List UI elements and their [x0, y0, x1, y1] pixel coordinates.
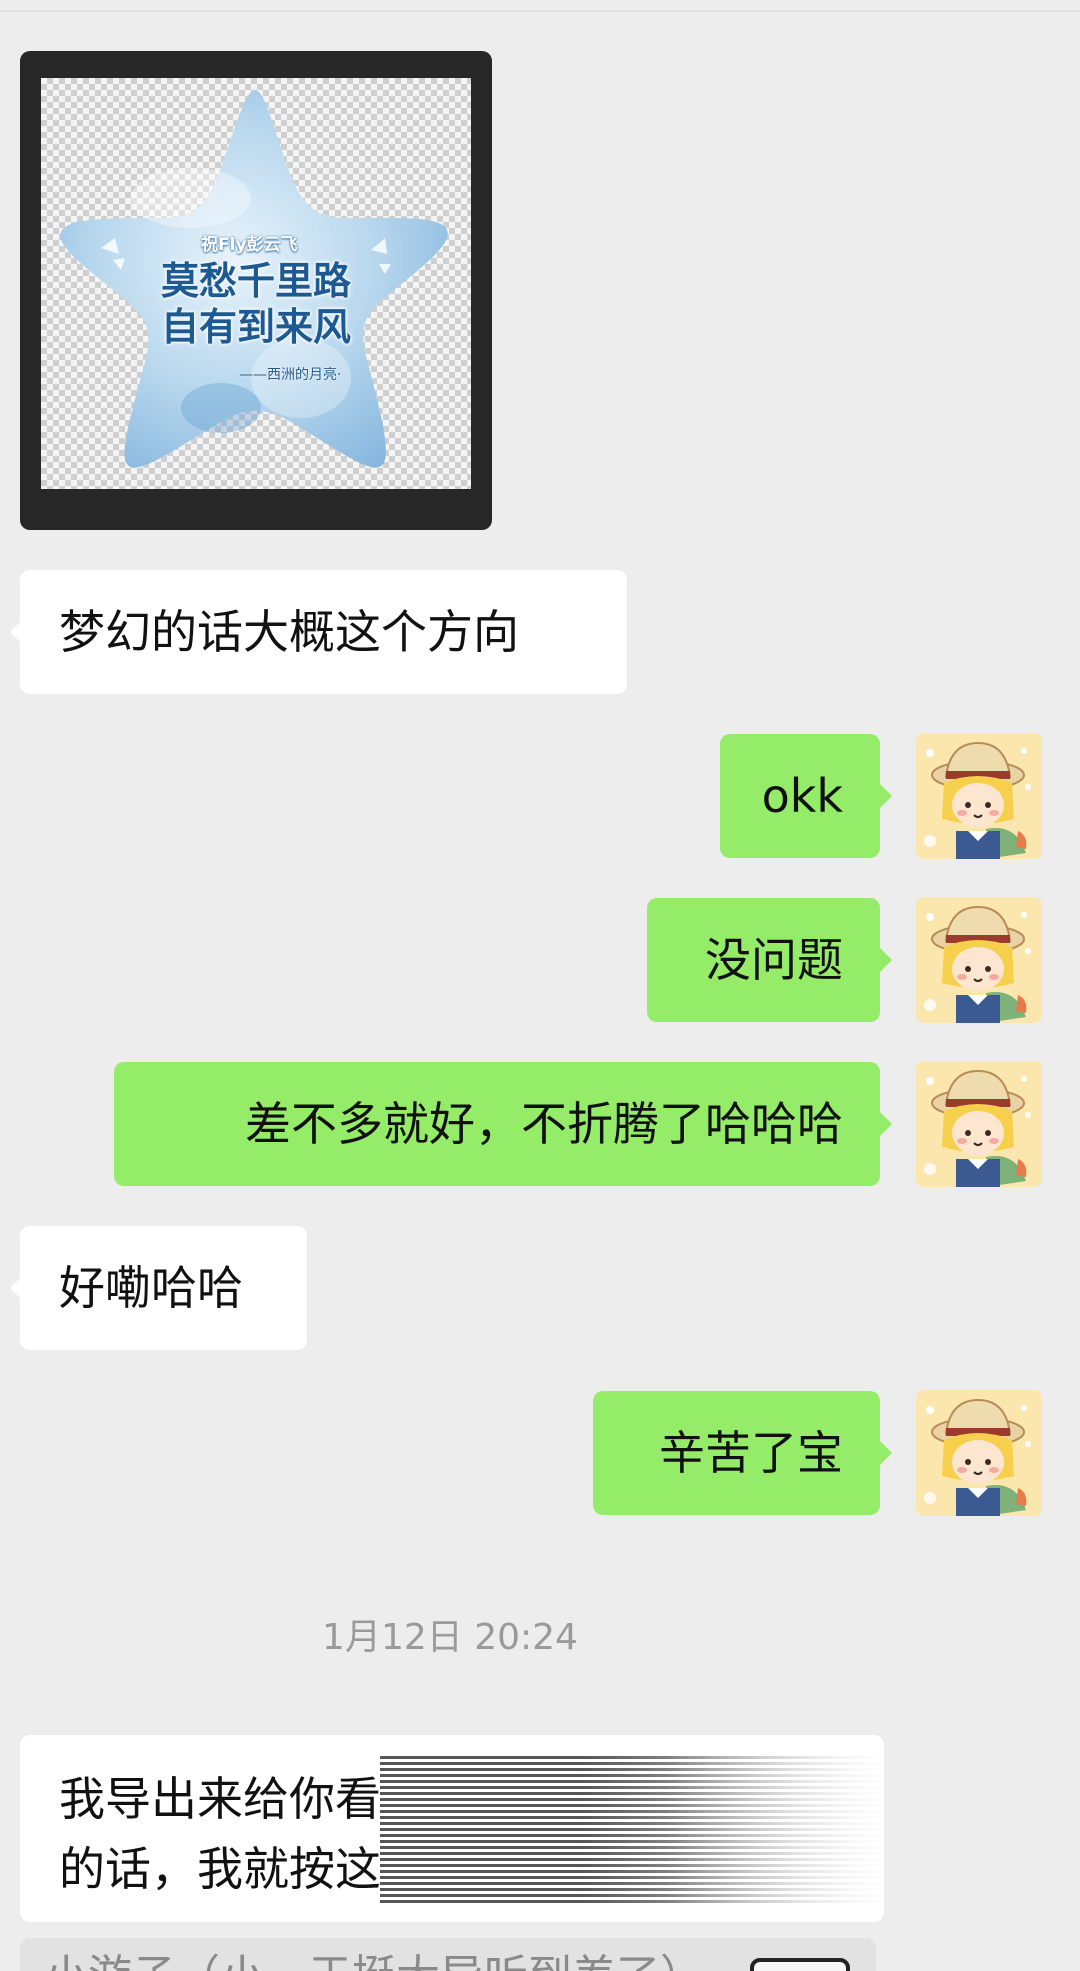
cartoon-girl-avatar-icon [916, 733, 1042, 859]
image-message[interactable]: 祝Fly彭云飞 莫愁千里路 自有到来风 ——西洲的月亮· [20, 51, 492, 530]
message-bubble-sent[interactable]: 差不多就好，不折腾了哈哈哈 [114, 1062, 892, 1186]
poster-main-text: 莫愁千里路 自有到来风 [133, 258, 379, 350]
message-bubble-received[interactable]: 我导出来给你看 的话，我就按这 [20, 1735, 884, 1922]
message-timestamp: 1月12日 20:24 [322, 1617, 578, 1658]
message-text: 好嘞哈哈 [59, 1261, 243, 1315]
message-bubble-received[interactable]: 梦幻的话大概这个方向 [10, 570, 627, 694]
message-bubble-sent[interactable]: 辛苦了宝 [593, 1391, 892, 1515]
message-text: 梦幻的话大概这个方向 [59, 605, 519, 659]
message-text: 差不多就好，不折腾了哈哈哈 [245, 1097, 843, 1151]
partial-card-thumbnail [750, 1958, 850, 1971]
message-bubble-sent[interactable]: 没问题 [647, 898, 892, 1022]
cartoon-girl-avatar-icon [916, 897, 1042, 1023]
message-text-line-1: 我导出来给你看 [59, 1772, 381, 1826]
message-text-line-2: 的话，我就按这 [59, 1842, 381, 1896]
message-text: 没问题 [705, 933, 843, 987]
poster-signature: ——西洲的月亮· [239, 367, 342, 383]
top-divider [0, 10, 1080, 12]
redaction-fade [380, 1735, 884, 1922]
avatar[interactable] [916, 1390, 1042, 1516]
message-text: 辛苦了宝 [659, 1426, 843, 1480]
cartoon-girl-avatar-icon [916, 1390, 1042, 1516]
message-bubble-sent[interactable]: okk [720, 734, 892, 858]
partial-message-preview[interactable]: 小游子（小，于挺大导听到差了） [20, 1938, 876, 1971]
poster-main-line-1: 莫愁千里路 [160, 259, 351, 303]
poster-dedication-text: 祝Fly彭云飞 [201, 235, 298, 255]
poster-main-line-2: 自有到来风 [160, 305, 351, 349]
avatar[interactable] [916, 733, 1042, 859]
chat-window: 祝Fly彭云飞 莫愁千里路 自有到来风 ——西洲的月亮· 梦幻的话大概这个方向 … [0, 0, 1080, 1971]
avatar[interactable] [916, 1061, 1042, 1187]
cartoon-girl-avatar-icon [916, 1061, 1042, 1187]
star-poster-image: 祝Fly彭云飞 莫愁千里路 自有到来风 ——西洲的月亮· [41, 78, 471, 489]
avatar[interactable] [916, 897, 1042, 1023]
message-text: okk [761, 769, 843, 823]
message-bubble-received[interactable]: 好嘞哈哈 [10, 1226, 307, 1350]
partial-message-text: 小游子（小，于挺大导听到差了） [44, 1952, 704, 1971]
